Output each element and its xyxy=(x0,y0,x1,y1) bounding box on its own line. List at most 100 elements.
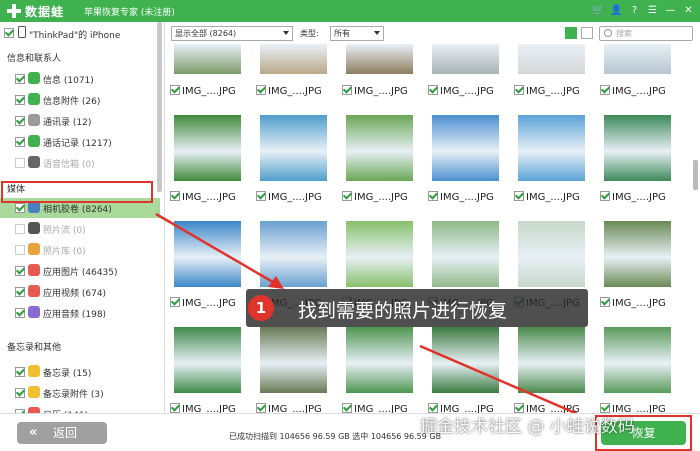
sidebar-item[interactable]: 日历 (141) xyxy=(0,404,160,413)
photo-checkbox[interactable] xyxy=(600,297,610,307)
photo-thumbnail[interactable] xyxy=(518,221,585,287)
photo-thumbnail[interactable] xyxy=(174,327,241,393)
sidebar: "ThinkPad"的 iPhone 信息和联系人 信息 (1071) 信息附件 (… xyxy=(0,22,165,413)
app-name: 数据蛙 xyxy=(25,5,65,19)
sidebar-item[interactable]: 照片流 (0) xyxy=(0,219,160,239)
photo-thumbnail[interactable] xyxy=(604,44,671,74)
photo-checkbox[interactable] xyxy=(170,403,180,413)
sidebar-item[interactable]: 信息 (1071) xyxy=(0,69,160,89)
photo-checkbox[interactable] xyxy=(256,403,266,413)
photo-thumbnail[interactable] xyxy=(174,44,241,74)
photo-checkbox[interactable] xyxy=(170,85,180,95)
sidebar-item[interactable]: 应用音频 (198) xyxy=(0,303,160,323)
sidebar-item[interactable]: 信息附件 (26) xyxy=(0,90,160,110)
sidebar-item[interactable]: 应用图片 (46435) xyxy=(0,261,160,281)
photo-thumbnail[interactable] xyxy=(174,115,241,181)
cart-icon[interactable]: 🛒 xyxy=(591,3,606,18)
sidebar-item-checkbox[interactable] xyxy=(15,287,25,297)
photo-thumbnail[interactable] xyxy=(604,327,671,393)
photo-thumbnail[interactable] xyxy=(260,115,327,181)
photo-filename: IMG_....JPG xyxy=(182,298,236,309)
sidebar-item-checkbox[interactable] xyxy=(15,388,25,398)
sidebar-item-checkbox[interactable] xyxy=(15,95,25,105)
menu-icon[interactable]: ☰ xyxy=(645,3,660,18)
photo-checkbox[interactable] xyxy=(342,85,352,95)
photo-thumbnail[interactable] xyxy=(432,327,499,393)
photo-checkbox[interactable] xyxy=(428,191,438,201)
sidebar-item[interactable]: 照片库 (0) xyxy=(0,240,160,260)
photo-checkbox[interactable] xyxy=(256,191,266,201)
photo-thumbnail[interactable] xyxy=(260,221,327,287)
photo-checkbox[interactable] xyxy=(514,191,524,201)
sidebar-item-label: 应用音频 (198) xyxy=(43,310,107,320)
sidebar-item-checkbox[interactable] xyxy=(15,245,25,255)
user-icon[interactable]: 👤 xyxy=(609,3,624,18)
type-select-value: 所有 xyxy=(334,29,350,38)
sidebar-item[interactable]: 应用视频 (674) xyxy=(0,282,160,302)
photo-checkbox[interactable] xyxy=(342,191,352,201)
photo-thumbnail[interactable] xyxy=(260,327,327,393)
photo-thumbnail[interactable] xyxy=(518,44,585,74)
photo-thumbnail[interactable] xyxy=(346,221,413,287)
photo-checkbox[interactable] xyxy=(170,297,180,307)
sidebar-item-checkbox[interactable] xyxy=(15,266,25,276)
sidebar-item-checkbox[interactable] xyxy=(15,158,25,168)
watermark: 掘金技术社区 @ 小蛙说数码 xyxy=(420,417,635,437)
photo-thumbnail[interactable] xyxy=(518,327,585,393)
back-button[interactable]: « 返回 xyxy=(17,422,107,444)
photo-caption: IMG_....JPG xyxy=(256,190,322,203)
sidebar-item[interactable]: 通讯录 (12) xyxy=(0,111,160,131)
sidebar-item[interactable]: 备忘录 (15) xyxy=(0,362,160,382)
photo-thumbnail[interactable] xyxy=(604,115,671,181)
sidebar-scrollbar[interactable] xyxy=(157,22,162,192)
sidebar-item-checkbox[interactable] xyxy=(15,308,25,318)
callout-text: 找到需要的照片进行恢复 xyxy=(298,300,508,322)
photo-checkbox[interactable] xyxy=(256,85,266,95)
help-icon[interactable]: ? xyxy=(627,3,642,18)
sidebar-item-checkbox[interactable] xyxy=(15,224,25,234)
photo-checkbox[interactable] xyxy=(428,85,438,95)
category-icon xyxy=(28,72,40,84)
sidebar-item-checkbox[interactable] xyxy=(15,137,25,147)
sidebar-item-checkbox[interactable] xyxy=(15,203,25,213)
sidebar-item[interactable]: 备忘录附件 (3) xyxy=(0,383,160,403)
photo-thumbnail[interactable] xyxy=(604,221,671,287)
photo-caption: IMG_....JPG xyxy=(170,84,236,97)
category-icon xyxy=(28,306,40,318)
sidebar-item-checkbox[interactable] xyxy=(15,367,25,377)
list-view-icon[interactable] xyxy=(581,27,593,39)
device-checkbox[interactable] xyxy=(4,28,14,38)
photo-thumbnail[interactable] xyxy=(174,221,241,287)
sidebar-section-label: 备忘录和其他 xyxy=(7,343,62,353)
photo-thumbnail[interactable] xyxy=(346,327,413,393)
photo-checkbox[interactable] xyxy=(600,85,610,95)
photo-thumbnail[interactable] xyxy=(346,115,413,181)
category-icon xyxy=(28,156,40,168)
photo-thumbnail[interactable] xyxy=(346,44,413,74)
back-button-label: 返回 xyxy=(53,426,78,440)
sidebar-item-checkbox[interactable] xyxy=(15,116,25,126)
photo-thumbnail[interactable] xyxy=(432,44,499,74)
sidebar-item-label: 备忘录附件 (3) xyxy=(43,390,104,400)
photo-checkbox[interactable] xyxy=(600,191,610,201)
search-input[interactable]: 搜索 xyxy=(599,26,693,41)
sidebar-item[interactable]: 通话记录 (1217) xyxy=(0,132,160,152)
device-row[interactable]: "ThinkPad"的 iPhone xyxy=(0,23,164,43)
photo-thumbnail[interactable] xyxy=(518,115,585,181)
photo-caption: IMG_....JPG xyxy=(514,190,580,203)
photo-thumbnail[interactable] xyxy=(432,221,499,287)
photo-filename: IMG_....JPG xyxy=(182,404,236,413)
grid-view-icon[interactable] xyxy=(565,27,577,39)
sidebar-item-checkbox[interactable] xyxy=(15,74,25,84)
photo-checkbox[interactable] xyxy=(170,191,180,201)
photo-thumbnail[interactable] xyxy=(260,44,327,74)
photo-checkbox[interactable] xyxy=(514,85,524,95)
sidebar-item[interactable]: 语音信箱 (0) xyxy=(0,153,160,173)
type-select[interactable]: 所有 xyxy=(330,26,384,41)
close-icon[interactable]: ✕ xyxy=(681,3,696,18)
grid-scrollbar[interactable] xyxy=(693,160,698,190)
photo-checkbox[interactable] xyxy=(342,403,352,413)
filter-select[interactable]: 显示全部 (8264) xyxy=(171,26,293,41)
minimize-icon[interactable]: — xyxy=(663,3,678,18)
photo-thumbnail[interactable] xyxy=(432,115,499,181)
